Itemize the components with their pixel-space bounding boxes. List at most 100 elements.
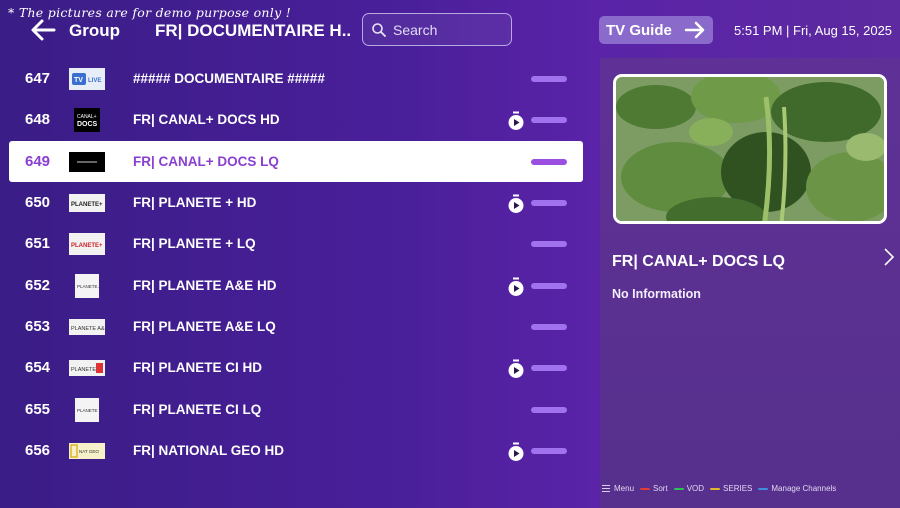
channel-name: FR| PLANETE CI HD	[133, 360, 263, 375]
channel-name: FR| CANAL+ DOCS LQ	[133, 154, 279, 169]
legend-color-swatch	[673, 487, 684, 490]
tv-guide-button[interactable]: TV Guide	[599, 16, 713, 44]
datetime: 5:51 PM | Fri, Aug 15, 2025	[734, 23, 893, 38]
channel-name: ##### DOCUMENTAIRE #####	[133, 71, 325, 86]
group-label: Group	[69, 21, 120, 40]
channel-name: FR| PLANETE + LQ	[133, 236, 256, 251]
planete-logo: PLANETE+	[69, 191, 105, 214]
legend-label: Manage Channels	[771, 484, 837, 493]
legend-item: VOD	[673, 484, 705, 493]
channel-row[interactable]: 655 PLANETE CI FR| PLANETE CI LQ	[9, 389, 583, 430]
channel-number: 653	[25, 318, 51, 335]
svg-text:PLANETE A&E: PLANETE A&E	[71, 326, 105, 332]
svg-text:LIVE: LIVE	[88, 78, 101, 84]
legend-item: Menu	[602, 484, 634, 493]
program-progress-bar	[531, 324, 567, 330]
channel-number: 652	[25, 277, 51, 294]
search-input[interactable]	[393, 19, 505, 41]
catchup-timer-icon	[508, 194, 524, 213]
channel-row[interactable]: 653 PLANETE A&E FR| PLANETE A&E LQ	[9, 306, 583, 347]
legend-color-swatch	[640, 487, 651, 490]
legend-color-swatch	[710, 487, 721, 490]
chevron-right-icon[interactable]	[883, 247, 895, 267]
program-progress-bar	[531, 76, 567, 82]
channel-row[interactable]: 650 PLANETE+ FR| PLANETE + HD	[9, 182, 583, 223]
channel-number: 651	[25, 235, 51, 252]
program-progress-bar	[531, 159, 567, 165]
channel-row[interactable]: 647 TV LIVE ##### DOCUMENTAIRE #####	[9, 58, 583, 99]
channel-number: 649	[25, 153, 51, 170]
channel-number: 647	[25, 70, 51, 87]
arrow-right-icon	[684, 21, 705, 39]
info-panel: FR| CANAL+ DOCS LQ No Information Menu So…	[600, 58, 900, 508]
channel-number: 655	[25, 401, 51, 418]
program-progress-bar	[531, 117, 567, 123]
channel-row[interactable]: 651 PLANETE+ FR| PLANETE + LQ	[9, 223, 583, 264]
channel-row[interactable]: 652 PLANETE A&E FR| PLANETE A&E HD	[9, 265, 583, 306]
key-legend: Menu Sort VOD SERIES Manage Channels	[602, 484, 842, 493]
info-title: FR| CANAL+ DOCS LQ	[612, 253, 785, 270]
svg-text:NAT GEO: NAT GEO	[79, 449, 99, 454]
canal-docs-logo: CANAL+ DOCS	[69, 107, 105, 132]
channel-name: FR| NATIONAL GEO HD	[133, 443, 285, 458]
catchup-timer-icon	[508, 277, 524, 296]
channel-name: FR| PLANETE A&E HD	[133, 278, 277, 293]
svg-text:PLANETE+: PLANETE+	[71, 202, 103, 208]
program-progress-bar	[531, 365, 567, 371]
back-arrow-icon[interactable]	[30, 18, 56, 42]
info-description: No Information	[612, 287, 701, 301]
channel-row[interactable]: 648 CANAL+ DOCS FR| CANAL+ DOCS HD	[9, 99, 583, 140]
catchup-timer-icon	[508, 359, 524, 378]
channel-name: FR| PLANETE A&E LQ	[133, 319, 276, 334]
program-progress-bar	[531, 407, 567, 413]
svg-text:PLANETE CI: PLANETE CI	[77, 408, 99, 413]
legend-item: Manage Channels	[758, 484, 836, 493]
channel-preview-image[interactable]	[613, 74, 887, 224]
channel-name: FR| CANAL+ DOCS HD	[133, 112, 280, 127]
tv-guide-label: TV Guide	[606, 21, 672, 39]
planete-red-logo: PLANETE+	[69, 232, 105, 255]
legend-label: SERIES	[723, 484, 753, 493]
planete-ae-wide-logo: PLANETE A&E	[69, 315, 105, 338]
top-bar: * The pictures are for demo purpose only…	[0, 0, 900, 60]
menu-icon	[602, 485, 610, 492]
channel-row[interactable]: 654 PLANETE FR| PLANETE CI HD	[9, 347, 583, 388]
planete-ae-logo: PLANETE A&E	[69, 273, 105, 298]
group-name[interactable]: FR| DOCUMENTAIRE H..	[155, 21, 351, 41]
channel-number: 648	[25, 111, 51, 128]
legend-color-swatch	[758, 487, 769, 490]
plant-leaves-image	[616, 77, 884, 221]
channel-number: 650	[25, 194, 51, 211]
legend-item: SERIES	[710, 484, 752, 493]
svg-text:DOCS: DOCS	[77, 121, 98, 128]
catchup-timer-icon	[508, 442, 524, 461]
legend-label: Menu	[614, 484, 635, 493]
planete-ci-logo: PLANETE	[69, 356, 105, 379]
svg-text:CANAL+: CANAL+	[77, 114, 97, 120]
channel-number: 654	[25, 359, 51, 376]
channel-row[interactable]: 656 NAT GEO FR| NATIONAL GEO HD	[9, 430, 583, 471]
legend-label: VOD	[686, 484, 705, 493]
search-box[interactable]	[362, 13, 512, 46]
catchup-timer-icon	[508, 111, 524, 130]
program-progress-bar	[531, 241, 567, 247]
canal-docs-black-logo	[69, 150, 105, 173]
channel-list: 647 TV LIVE ##### DOCUMENTAIRE ##### 648 CANA…	[0, 58, 600, 508]
svg-text:PLANETE A&E: PLANETE A&E	[77, 284, 99, 289]
search-icon	[372, 23, 386, 37]
program-progress-bar	[531, 200, 567, 206]
legend-item: Sort	[640, 484, 668, 493]
program-progress-bar	[531, 448, 567, 454]
channel-name: FR| PLANETE + HD	[133, 195, 257, 210]
program-progress-bar	[531, 283, 567, 289]
channel-number: 656	[25, 442, 51, 459]
tv-live-logo: TV LIVE	[69, 67, 105, 90]
svg-text:PLANETE+: PLANETE+	[71, 243, 103, 249]
svg-text:PLANETE: PLANETE	[71, 367, 96, 373]
national-geo-logo: NAT GEO	[69, 439, 105, 462]
channel-row[interactable]: 649 FR| CANAL+ DOCS LQ	[9, 141, 583, 182]
planete-ci-small-logo: PLANETE CI	[69, 397, 105, 422]
svg-text:TV: TV	[74, 77, 83, 84]
channel-name: FR| PLANETE CI LQ	[133, 402, 262, 417]
legend-label: Sort	[653, 484, 668, 493]
